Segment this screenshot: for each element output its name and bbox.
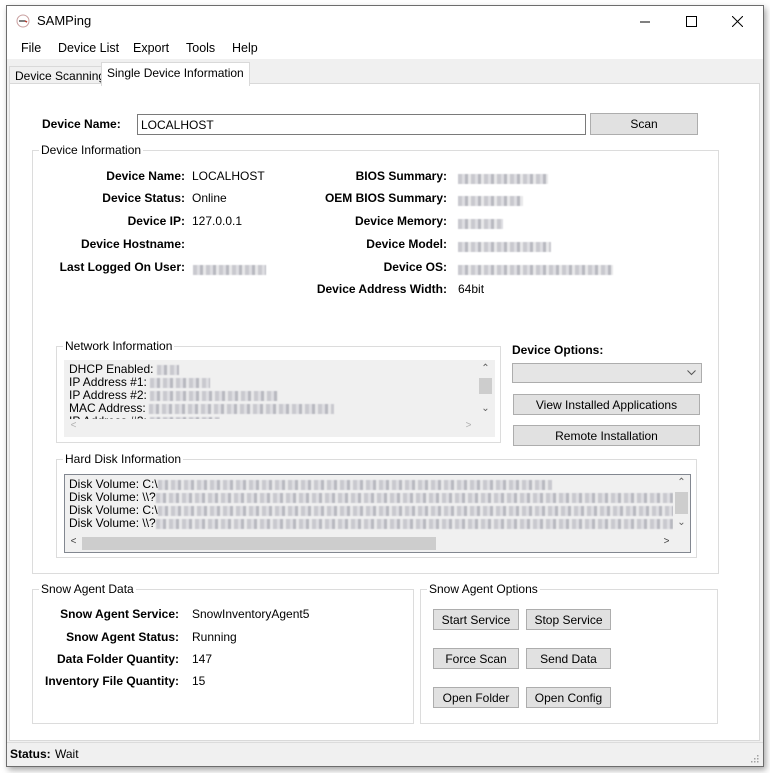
minimize-button[interactable]	[622, 6, 668, 36]
list-item: Disk Volume: C:\	[69, 504, 690, 517]
snow-agent-options-title: Snow Agent Options	[427, 582, 540, 596]
status-value: Wait	[55, 747, 79, 761]
scroll-thumb[interactable]	[675, 492, 688, 514]
snow-agent-data-group: Snow Agent Data Snow Agent Service: Snow…	[32, 582, 414, 724]
scroll-left-icon[interactable]: <	[65, 420, 82, 431]
minimize-icon	[639, 21, 650, 22]
list-item: Disk Volume: \\?	[69, 517, 690, 530]
remote-installation-button[interactable]: Remote Installation	[513, 425, 700, 446]
device-name-value: LOCALHOST	[192, 169, 265, 183]
network-information-group: Network Information DHCP Enabled: IP Add…	[56, 339, 501, 443]
device-os-label: Device OS:	[383, 260, 447, 274]
scroll-right-icon[interactable]: >	[460, 420, 477, 431]
scroll-left-icon[interactable]: <	[65, 536, 82, 547]
snow-agent-service-label: Snow Agent Service:	[60, 607, 179, 621]
scroll-thumb[interactable]	[82, 537, 436, 550]
snow-agent-status-label: Snow Agent Status:	[66, 630, 179, 644]
bios-summary-label: BIOS Summary:	[355, 169, 447, 183]
tab-single-device-information[interactable]: Single Device Information	[101, 62, 250, 86]
scroll-down-icon[interactable]: ⌄	[673, 517, 690, 528]
menu-bar: File Device List Export Tools Help	[7, 37, 763, 59]
snow-agent-status-value: Running	[192, 630, 237, 644]
last-logged-on-user-label: Last Logged On User:	[59, 260, 185, 274]
scroll-right-icon[interactable]: >	[658, 536, 675, 547]
status-label: Status:	[10, 747, 51, 761]
app-window: SAMPing File Device List Export Tools He…	[6, 5, 764, 767]
device-os-value	[458, 262, 613, 276]
device-name-input[interactable]	[137, 114, 586, 135]
chevron-down-icon	[687, 370, 696, 376]
oem-bios-summary-label: OEM BIOS Summary:	[324, 191, 447, 205]
resize-grip-icon[interactable]	[749, 753, 759, 763]
device-information-group: Device Information Device Name: LOCALHOS…	[32, 143, 719, 574]
device-name-label: Device Name:	[42, 117, 121, 131]
close-icon	[731, 15, 743, 27]
device-memory-label: Device Memory:	[354, 214, 447, 228]
last-logged-on-user-value	[193, 262, 266, 276]
view-installed-applications-button[interactable]: View Installed Applications	[513, 394, 700, 415]
status-bar: Status: Wait	[7, 742, 763, 766]
scroll-down-icon[interactable]: ⌄	[477, 403, 494, 414]
device-model-value	[458, 239, 551, 253]
scroll-up-icon[interactable]: ⌃	[477, 363, 494, 374]
disk-vertical-scrollbar[interactable]: ⌃ ⌄	[673, 475, 690, 535]
stop-service-button[interactable]: Stop Service	[526, 609, 611, 630]
menu-help[interactable]: Help	[232, 41, 258, 55]
scan-button[interactable]: Scan	[590, 113, 698, 135]
list-item: Disk Volume: \\?	[69, 491, 690, 504]
hard-disk-information-title: Hard Disk Information	[63, 452, 184, 466]
device-options-dropdown[interactable]	[512, 363, 702, 383]
tab-strip: Device Scanning Single Device Informatio…	[7, 60, 763, 86]
device-name-field-label: Device Name:	[106, 169, 185, 183]
device-options-label: Device Options:	[512, 343, 604, 357]
close-button[interactable]	[714, 6, 760, 36]
menu-tools[interactable]: Tools	[186, 41, 215, 55]
device-information-title: Device Information	[39, 143, 144, 157]
snow-agent-options-group: Snow Agent Options Start Service Stop Se…	[420, 582, 718, 724]
device-address-width-label: Device Address Width:	[316, 282, 447, 296]
menu-export[interactable]: Export	[133, 41, 169, 55]
hard-disk-information-list[interactable]: Disk Volume: C:\ Disk Volume: \\? Disk V…	[64, 474, 691, 553]
network-horizontal-scrollbar[interactable]: < >	[65, 419, 494, 436]
inventory-file-quantity-label: Inventory File Quantity:	[44, 674, 179, 688]
open-config-button[interactable]: Open Config	[526, 687, 611, 708]
maximize-icon	[685, 15, 697, 27]
data-folder-quantity-label: Data Folder Quantity:	[56, 652, 179, 666]
inventory-file-quantity-value: 15	[192, 674, 206, 688]
start-service-button[interactable]: Start Service	[433, 609, 519, 630]
scroll-up-icon[interactable]: ⌃	[673, 477, 690, 488]
device-hostname-label: Device Hostname:	[80, 237, 185, 251]
device-ip-label: Device IP:	[127, 214, 185, 228]
scroll-thumb[interactable]	[479, 378, 492, 394]
device-ip-value: 127.0.0.1	[192, 214, 243, 228]
snow-agent-service-value: SnowInventoryAgent5	[192, 607, 310, 621]
window-title: SAMPing	[37, 13, 92, 28]
menu-file[interactable]: File	[21, 41, 41, 55]
disk-horizontal-scrollbar[interactable]: < >	[65, 535, 675, 552]
samping-app-icon	[16, 14, 30, 28]
open-folder-button[interactable]: Open Folder	[433, 687, 519, 708]
device-status-value: Online	[192, 191, 227, 205]
maximize-button[interactable]	[668, 6, 714, 36]
device-model-label: Device Model:	[366, 237, 447, 251]
menu-device-list[interactable]: Device List	[58, 41, 119, 55]
send-data-button[interactable]: Send Data	[526, 648, 611, 669]
hard-disk-information-group: Hard Disk Information Disk Volume: C:\ D…	[56, 452, 697, 558]
force-scan-button[interactable]: Force Scan	[433, 648, 519, 669]
device-status-label: Device Status:	[102, 191, 185, 205]
network-information-list[interactable]: DHCP Enabled: IP Address #1: IP Address …	[64, 360, 495, 437]
bios-summary-value	[458, 171, 548, 185]
single-device-information-page: Device Name: Scan Device Information Dev…	[9, 83, 760, 741]
snow-agent-data-title: Snow Agent Data	[39, 582, 136, 596]
network-information-title: Network Information	[63, 339, 175, 353]
title-bar: SAMPing	[7, 6, 763, 37]
oem-bios-summary-value	[458, 193, 523, 207]
device-memory-value	[458, 216, 503, 230]
data-folder-quantity-value: 147	[192, 652, 213, 666]
list-item: MAC Address:	[69, 402, 335, 415]
device-address-width-value: 64bit	[458, 282, 485, 296]
network-vertical-scrollbar[interactable]: ⌃ ⌄	[477, 361, 494, 421]
